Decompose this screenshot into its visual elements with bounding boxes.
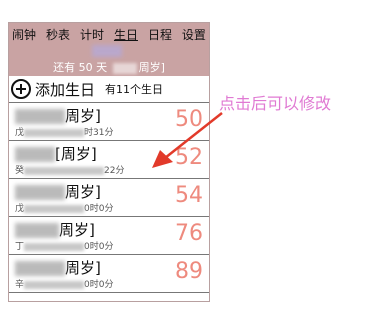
birthday-app-window: 闹钟 秒表 计时 生日 日程 设置 还有 50 天 周岁] 添加生日 有11个生… [8, 22, 210, 302]
item-date: 辛 0时0分 [15, 280, 114, 290]
item-name: [周岁] [15, 143, 97, 164]
item-age: 54 [175, 183, 203, 208]
add-birthday-row[interactable]: 添加生日 有11个生日 [9, 76, 209, 103]
tab-stopwatch[interactable]: 秒表 [45, 26, 71, 43]
item-age: 76 [175, 221, 203, 246]
item-name: 周岁] [15, 181, 101, 202]
list-item[interactable]: 周岁] 戊时31分 50 [9, 103, 209, 141]
item-date: 丁 0时0分 [15, 242, 114, 252]
item-date: 癸 22分 [15, 166, 125, 176]
list-item[interactable]: 周岁] 戊 0时0分 54 [9, 179, 209, 217]
annotation-text: 点击后可以修改 [219, 94, 332, 113]
birthday-count: 有11个生日 [105, 83, 164, 96]
list-item[interactable]: 周岁] 丁 0时0分 76 [9, 217, 209, 255]
item-name: 周岁] [15, 219, 95, 240]
item-age: 89 [175, 259, 203, 284]
tab-timer[interactable]: 计时 [79, 26, 105, 43]
item-date: 戊 0时0分 [15, 204, 114, 214]
item-name: 周岁] [15, 105, 101, 126]
add-circle-icon[interactable] [11, 79, 31, 99]
list-item[interactable]: 周岁] 辛 0时0分 89 [9, 255, 209, 293]
add-birthday-button[interactable]: 添加生日 [35, 79, 95, 100]
next-birthday-countdown: 还有 50 天 周岁] [53, 61, 165, 74]
blurred-text [112, 62, 137, 74]
item-name: 周岁] [15, 257, 101, 278]
app-header: 闹钟 秒表 计时 生日 日程 设置 还有 50 天 周岁] [9, 23, 209, 76]
item-age: 50 [175, 107, 203, 132]
item-age: 52 [175, 145, 203, 170]
tab-bar: 闹钟 秒表 计时 生日 日程 设置 [11, 26, 207, 43]
tab-alarm[interactable]: 闹钟 [11, 26, 37, 43]
blurred-name [92, 45, 122, 57]
tab-settings[interactable]: 设置 [181, 26, 207, 43]
tab-schedule[interactable]: 日程 [147, 26, 173, 43]
list-item[interactable]: [周岁] 癸 22分 52 [9, 141, 209, 179]
tab-birthday[interactable]: 生日 [113, 26, 139, 43]
item-date: 戊时31分 [15, 128, 114, 138]
